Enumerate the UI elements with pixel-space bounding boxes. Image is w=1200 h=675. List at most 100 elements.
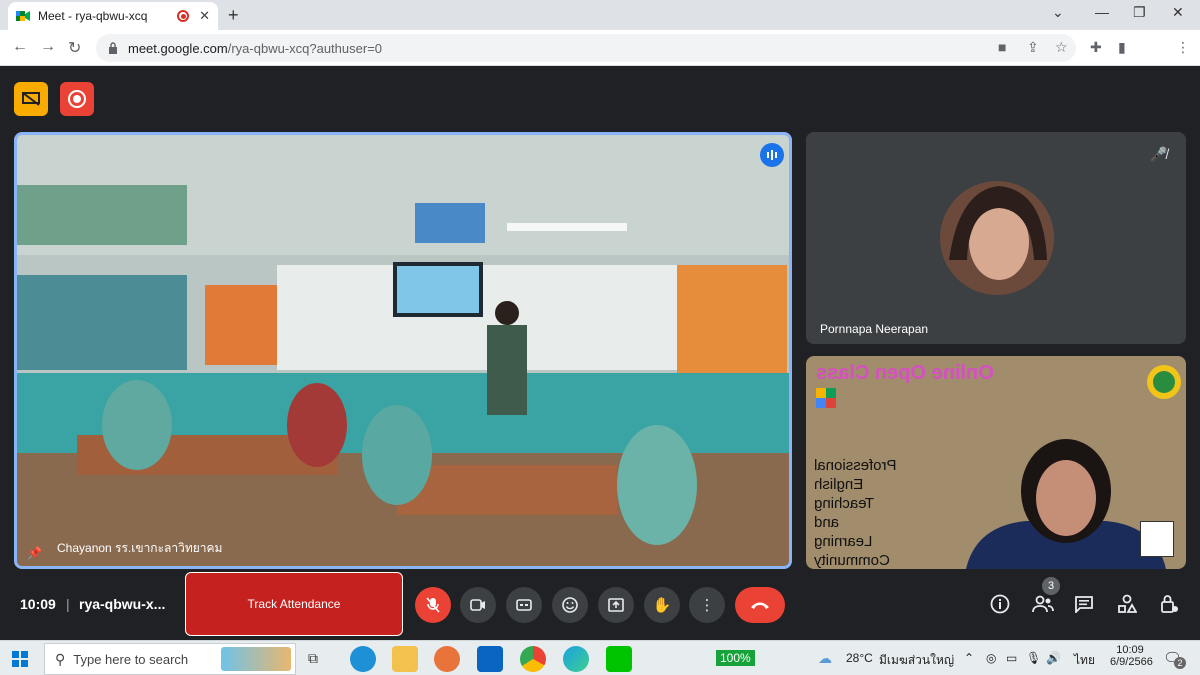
extensions-icon[interactable]: ✚ bbox=[1090, 39, 1106, 55]
search-icon: ⚲ bbox=[55, 650, 66, 667]
forward-button[interactable]: → bbox=[40, 38, 56, 56]
participant-avatar bbox=[940, 181, 1054, 295]
url-host: meet.google.com bbox=[128, 40, 228, 56]
slide-line: and bbox=[814, 514, 840, 531]
mic-off-icon bbox=[426, 597, 440, 613]
volume-icon[interactable]: 🔊 bbox=[1046, 651, 1061, 665]
slide-line: Teaching bbox=[814, 495, 875, 512]
lock-person-icon bbox=[1161, 595, 1178, 613]
task-view-icon[interactable]: ⧉ bbox=[308, 650, 318, 667]
participants-count-badge: 3 bbox=[1042, 577, 1060, 595]
weather-cloud-icon: ☁ bbox=[818, 650, 832, 666]
camera-icon[interactable]: ■ bbox=[998, 39, 1014, 55]
chat-icon bbox=[1075, 596, 1093, 613]
internet-explorer-icon[interactable] bbox=[350, 646, 376, 672]
recording-button[interactable] bbox=[60, 82, 94, 116]
show-hidden-icons[interactable]: ⌃ bbox=[964, 651, 974, 665]
lock-icon bbox=[109, 42, 117, 54]
weather-temp[interactable]: 28°C bbox=[846, 651, 873, 665]
cefr-logo-icon bbox=[1140, 521, 1174, 557]
tab-close-icon[interactable]: ✕ bbox=[199, 8, 210, 24]
pin-icon[interactable]: 📌 bbox=[27, 546, 42, 560]
mail-icon[interactable] bbox=[477, 646, 503, 672]
back-button[interactable]: ← bbox=[12, 38, 28, 56]
presenting-off-button[interactable] bbox=[14, 82, 48, 116]
tab-search-icon[interactable]: ⌄ bbox=[1052, 4, 1064, 21]
slide-line: English bbox=[814, 476, 864, 493]
edge-icon[interactable] bbox=[563, 646, 589, 672]
present-now-button[interactable] bbox=[598, 587, 634, 623]
tray-app-icon[interactable]: ◎ bbox=[986, 651, 996, 665]
meet-favicon-icon bbox=[16, 11, 30, 21]
meeting-details-button[interactable] bbox=[989, 593, 1011, 615]
meeting-code: rya-qbwu-x... bbox=[79, 596, 166, 612]
firefox-icon[interactable] bbox=[434, 646, 460, 672]
leave-call-button[interactable] bbox=[735, 587, 785, 623]
side-panel-icon[interactable]: ▮ bbox=[1118, 39, 1134, 55]
hang-up-icon bbox=[751, 602, 769, 609]
participant-tile-1[interactable]: 🎤̸ Pornnapa Neerapan bbox=[806, 132, 1186, 344]
record-icon bbox=[68, 90, 86, 108]
screen-off-icon bbox=[22, 92, 40, 106]
browser-toolbar: ← → ↻ meet.google.com/rya-qbwu-xcq?authu… bbox=[0, 30, 1200, 88]
network-icon[interactable]: ▭ bbox=[1006, 651, 1017, 665]
track-attendance-label: Track Attendance bbox=[247, 597, 341, 611]
hand-icon: ✋ bbox=[652, 597, 672, 614]
slide-text-block: Professional English Teaching and Learni… bbox=[814, 456, 909, 569]
video-camera-icon bbox=[470, 599, 485, 611]
emoji-icon bbox=[562, 597, 578, 613]
participant-1-name: Pornnapa Neerapan bbox=[820, 322, 929, 336]
line-app-icon[interactable] bbox=[606, 646, 632, 672]
classroom-logo-icon bbox=[816, 388, 836, 408]
reload-button[interactable]: ↻ bbox=[68, 38, 81, 58]
info-icon bbox=[990, 594, 1010, 614]
slide-line: Professional bbox=[814, 457, 897, 474]
activities-button[interactable] bbox=[1116, 593, 1138, 615]
browser-tab-strip: Meet - rya-qbwu-xcq ✕ + ⌄ — ❐ ✕ bbox=[0, 0, 1200, 30]
windows-taskbar: ⚲ Type here to search ⧉ 100% ☁ 28°C มีเม… bbox=[0, 640, 1200, 675]
input-language[interactable]: ไทย bbox=[1074, 651, 1095, 670]
more-options-button[interactable]: ⋮ bbox=[689, 587, 725, 623]
captions-icon bbox=[516, 599, 532, 611]
search-highlight-image bbox=[221, 647, 291, 671]
clock-time: 10:09 bbox=[1116, 644, 1144, 656]
bookmark-star-icon[interactable]: ☆ bbox=[1055, 39, 1071, 55]
activities-shapes-icon bbox=[1118, 594, 1137, 613]
new-tab-button[interactable]: + bbox=[228, 5, 239, 26]
taskbar-search-box[interactable]: ⚲ Type here to search bbox=[44, 643, 296, 675]
speaking-indicator-icon bbox=[760, 143, 784, 167]
people-button[interactable] bbox=[1032, 593, 1054, 615]
reactions-button[interactable] bbox=[552, 587, 588, 623]
chat-button[interactable] bbox=[1073, 593, 1095, 615]
share-icon[interactable]: ⇪ bbox=[1027, 39, 1043, 55]
participant-tile-2[interactable]: Online Open Class Professional English T… bbox=[806, 356, 1186, 569]
microphone-tray-icon[interactable]: 🎙 bbox=[1026, 651, 1041, 665]
track-attendance-button[interactable]: Track Attendance bbox=[185, 572, 403, 636]
taskbar-clock[interactable]: 10:09 6/9/2566 bbox=[1110, 644, 1153, 668]
window-close-button[interactable]: ✕ bbox=[1172, 4, 1184, 21]
recording-indicator-icon bbox=[177, 10, 190, 22]
captions-button[interactable] bbox=[506, 587, 542, 623]
meeting-time: 10:09 bbox=[20, 596, 56, 612]
muted-mic-icon: 🎤̸ bbox=[1150, 146, 1168, 162]
address-bar[interactable]: meet.google.com/rya-qbwu-xcq?authuser=0 bbox=[96, 34, 1076, 62]
microphone-button[interactable] bbox=[415, 587, 451, 623]
weather-condition[interactable]: มีเมฆส่วนใหญ่ bbox=[879, 651, 954, 670]
minimize-button[interactable]: — bbox=[1095, 4, 1109, 20]
raise-hand-button[interactable]: ✋ bbox=[644, 587, 680, 623]
main-video-tile[interactable]: 📌 Chayanon รร.เขากะลาวิทยาคม bbox=[14, 132, 792, 569]
browser-tab[interactable]: Meet - rya-qbwu-xcq ✕ bbox=[8, 2, 218, 30]
school-emblem-icon bbox=[1147, 365, 1181, 399]
camera-button[interactable] bbox=[460, 587, 496, 623]
presenter-video bbox=[966, 439, 1166, 569]
chrome-icon[interactable] bbox=[520, 646, 546, 672]
windows-start-icon[interactable] bbox=[12, 651, 28, 667]
meet-control-bar: 10:09 | rya-qbwu-x... Track Attendance ✋… bbox=[0, 567, 1200, 640]
maximize-button[interactable]: ❐ bbox=[1133, 4, 1146, 21]
file-explorer-icon[interactable] bbox=[392, 646, 418, 672]
tab-title: Meet - rya-qbwu-xcq bbox=[38, 9, 148, 23]
menu-kebab-icon[interactable]: ⋮ bbox=[1176, 39, 1192, 55]
host-controls-button[interactable] bbox=[1158, 593, 1180, 615]
slide-line: Learning bbox=[814, 533, 873, 550]
notification-count: 2 bbox=[1174, 657, 1186, 669]
